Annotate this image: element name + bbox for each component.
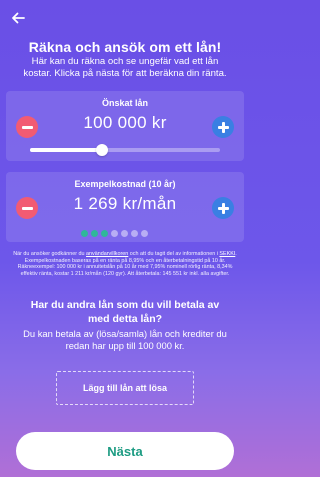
consolidate-title: Har du andra lån som du vill betala av m… <box>30 299 220 325</box>
loan-amount-card: Önskat lån 100 000 kr <box>6 91 244 161</box>
minus-icon <box>21 125 33 129</box>
term-step-dot <box>121 230 128 237</box>
add-loan-to-consolidate-button[interactable]: Lägg till lån att lösa <box>56 371 194 405</box>
page-title: Räkna och ansök om ett lån! <box>28 39 222 55</box>
arrow-left-icon <box>12 12 25 24</box>
sekki-link[interactable]: SEKKI <box>219 251 235 257</box>
loan-amount-slider[interactable] <box>30 144 220 156</box>
terms-link[interactable]: användarvillkoren <box>86 251 128 257</box>
example-cost-card: Exempelkostnad (10 år) 1 269 kr/mån <box>6 172 244 242</box>
next-button[interactable]: Nästa <box>16 432 234 470</box>
decrease-loan-button[interactable] <box>16 116 38 138</box>
legal-fineprint: När du ansöker godkänner du användarvill… <box>13 251 237 277</box>
back-button[interactable] <box>9 9 27 27</box>
loan-amount-label: Önskat lån <box>101 98 148 108</box>
term-step-indicator <box>81 230 148 237</box>
example-cost-label: Exempelkostnad (10 år) <box>74 179 176 189</box>
slider-thumb[interactable] <box>96 144 109 156</box>
term-step-dot <box>131 230 138 237</box>
consolidate-description: Du kan betala av (lösa/samla) lån och kr… <box>23 328 227 351</box>
term-step-dot <box>101 230 108 237</box>
minus-icon <box>21 206 33 210</box>
slider-fill <box>30 148 103 152</box>
term-step-dot <box>91 230 98 237</box>
term-step-dot <box>141 230 148 237</box>
term-step-dot <box>111 230 118 237</box>
increase-loan-button[interactable] <box>212 116 234 138</box>
increase-term-button[interactable] <box>212 197 234 219</box>
decrease-term-button[interactable] <box>16 197 38 219</box>
loan-amount-value: 100 000 kr <box>83 113 167 132</box>
term-step-dot <box>81 230 88 237</box>
example-cost-value: 1 269 kr/mån <box>73 194 177 213</box>
page-subtitle: Här kan du räkna och se ungefär vad ett … <box>23 56 227 79</box>
